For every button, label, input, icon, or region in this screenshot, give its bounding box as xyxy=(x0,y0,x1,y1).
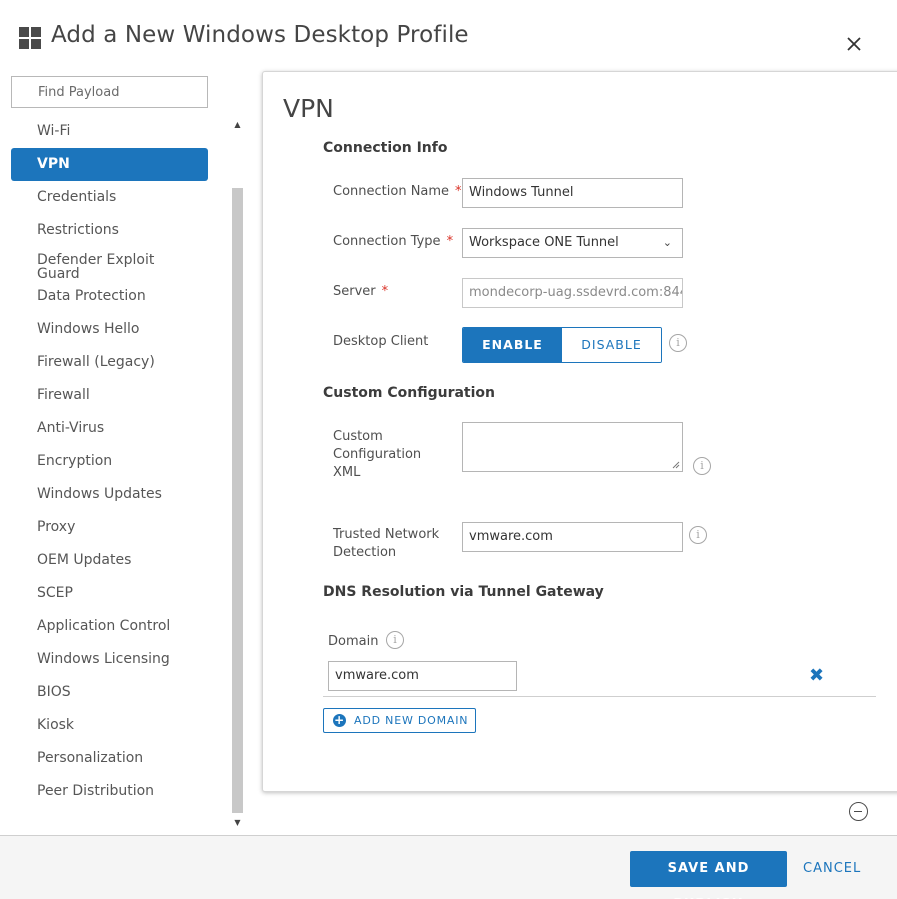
custom-configuration-xml-textarea[interactable] xyxy=(462,422,683,472)
trusted-network-detection-label: Trusted Network Detection xyxy=(333,526,439,562)
sidebar-item-wifi[interactable]: Wi-Fi xyxy=(11,115,208,148)
server-label-text: Server xyxy=(333,284,376,299)
sidebar-item-kiosk[interactable]: Kiosk xyxy=(11,709,208,742)
panel-title: VPN xyxy=(283,94,334,123)
sidebar-item-credentials[interactable]: Credentials xyxy=(11,181,208,214)
cancel-button[interactable]: CANCEL xyxy=(803,851,861,887)
connection-name-label-text: Connection Name xyxy=(333,184,450,199)
chevron-down-icon: ⌄ xyxy=(662,236,672,249)
resize-grip-icon[interactable] xyxy=(672,461,680,469)
trusted-network-detection-input[interactable]: vmware.com xyxy=(462,522,683,552)
scrollbar-thumb[interactable] xyxy=(232,188,243,813)
desktop-client-toggle: ENABLE DISABLE xyxy=(462,327,662,363)
info-icon[interactable]: i xyxy=(693,457,711,475)
connection-type-value: Workspace ONE Tunnel xyxy=(469,235,619,250)
sidebar-item-application-control[interactable]: Application Control xyxy=(11,610,208,643)
label-line: Custom xyxy=(333,429,383,444)
sidebar-item-scep[interactable]: SCEP xyxy=(11,577,208,610)
sidebar-item-data-protection[interactable]: Data Protection xyxy=(11,280,208,313)
add-new-domain-button[interactable]: + ADD NEW DOMAIN xyxy=(323,708,476,733)
required-asterisk: * xyxy=(455,184,462,199)
label-line: Configuration xyxy=(333,447,422,462)
sidebar-item-oem-updates[interactable]: OEM Updates xyxy=(11,544,208,577)
info-icon[interactable]: i xyxy=(669,334,687,352)
sidebar-item-anti-virus[interactable]: Anti-Virus xyxy=(11,412,208,445)
dialog-title: Add a New Windows Desktop Profile xyxy=(51,22,469,48)
connection-name-label: Connection Name * xyxy=(333,183,462,201)
label-line: Detection xyxy=(333,545,397,560)
dialog-footer: SAVE AND PUBLISH CANCEL xyxy=(0,836,897,899)
custom-configuration-xml-label: Custom Configuration XML xyxy=(333,428,421,482)
sidebar-item-peer-distribution[interactable]: Peer Distribution xyxy=(11,775,208,808)
sidebar-item-label-line2: Guard xyxy=(37,266,80,282)
info-icon[interactable]: i xyxy=(689,526,707,544)
connection-info-heading: Connection Info xyxy=(323,140,448,156)
custom-configuration-heading: Custom Configuration xyxy=(323,385,495,401)
sidebar-item-firewall-legacy[interactable]: Firewall (Legacy) xyxy=(11,346,208,379)
sidebar-item-restrictions[interactable]: Restrictions xyxy=(11,214,208,247)
sidebar-item-firewall[interactable]: Firewall xyxy=(11,379,208,412)
close-icon[interactable] xyxy=(843,33,865,55)
scroll-up-arrow-icon[interactable]: ▲ xyxy=(231,118,244,132)
disable-button[interactable]: DISABLE xyxy=(562,328,661,362)
minus-circle-icon[interactable] xyxy=(849,802,868,821)
connection-type-select[interactable]: Workspace ONE Tunnel ⌄ xyxy=(462,228,683,258)
connection-type-label-text: Connection Type xyxy=(333,234,441,249)
domain-label: Domain xyxy=(328,634,379,649)
windows-logo-icon xyxy=(19,27,41,49)
dns-resolution-heading: DNS Resolution via Tunnel Gateway xyxy=(323,584,604,600)
label-line: Trusted Network xyxy=(333,527,440,542)
desktop-client-label: Desktop Client xyxy=(333,334,429,349)
sidebar-item-defender-exploit-guard[interactable]: Defender Exploit Guard xyxy=(11,247,208,282)
info-icon[interactable]: i xyxy=(386,631,404,649)
sidebar-item-proxy[interactable]: Proxy xyxy=(11,511,208,544)
sidebar-item-windows-updates[interactable]: Windows Updates xyxy=(11,478,208,511)
sidebar-item-vpn[interactable]: VPN xyxy=(11,148,208,181)
plus-circle-icon: + xyxy=(333,713,346,727)
sidebar-item-label-line1: Defender Exploit xyxy=(37,252,155,268)
domain-input[interactable]: vmware.com xyxy=(328,661,517,691)
payload-list: Wi-Fi VPN Credentials Restrictions Defen… xyxy=(11,115,208,808)
connection-name-input[interactable]: Windows Tunnel xyxy=(462,178,683,208)
sidebar-item-windows-hello[interactable]: Windows Hello xyxy=(11,313,208,346)
remove-domain-icon[interactable]: ✖ xyxy=(809,665,824,686)
domain-row-divider xyxy=(323,696,876,697)
sidebar-item-bios[interactable]: BIOS xyxy=(11,676,208,709)
required-asterisk: * xyxy=(381,284,389,299)
dialog-header: Add a New Windows Desktop Profile xyxy=(0,0,897,72)
enable-button[interactable]: ENABLE xyxy=(463,328,562,362)
server-input: mondecorp-uag.ssdevrd.com:8443 xyxy=(462,278,683,308)
vpn-settings-panel: VPN Connection Info Connection Name * Win… xyxy=(262,71,897,792)
scroll-down-arrow-icon[interactable]: ▼ xyxy=(231,816,244,830)
server-label: Server * xyxy=(333,283,388,301)
add-new-domain-label: ADD NEW DOMAIN xyxy=(354,714,469,727)
sidebar-item-encryption[interactable]: Encryption xyxy=(11,445,208,478)
sidebar-scrollbar[interactable]: ▲ ▼ xyxy=(231,118,244,830)
save-and-publish-button[interactable]: SAVE AND PUBLISH xyxy=(630,851,787,899)
sidebar-item-windows-licensing[interactable]: Windows Licensing xyxy=(11,643,208,676)
sidebar-item-personalization[interactable]: Personalization xyxy=(11,742,208,775)
connection-type-label: Connection Type * xyxy=(333,233,453,251)
label-line: XML xyxy=(333,465,361,480)
find-payload-search-input[interactable] xyxy=(11,76,208,108)
required-asterisk: * xyxy=(446,234,454,249)
